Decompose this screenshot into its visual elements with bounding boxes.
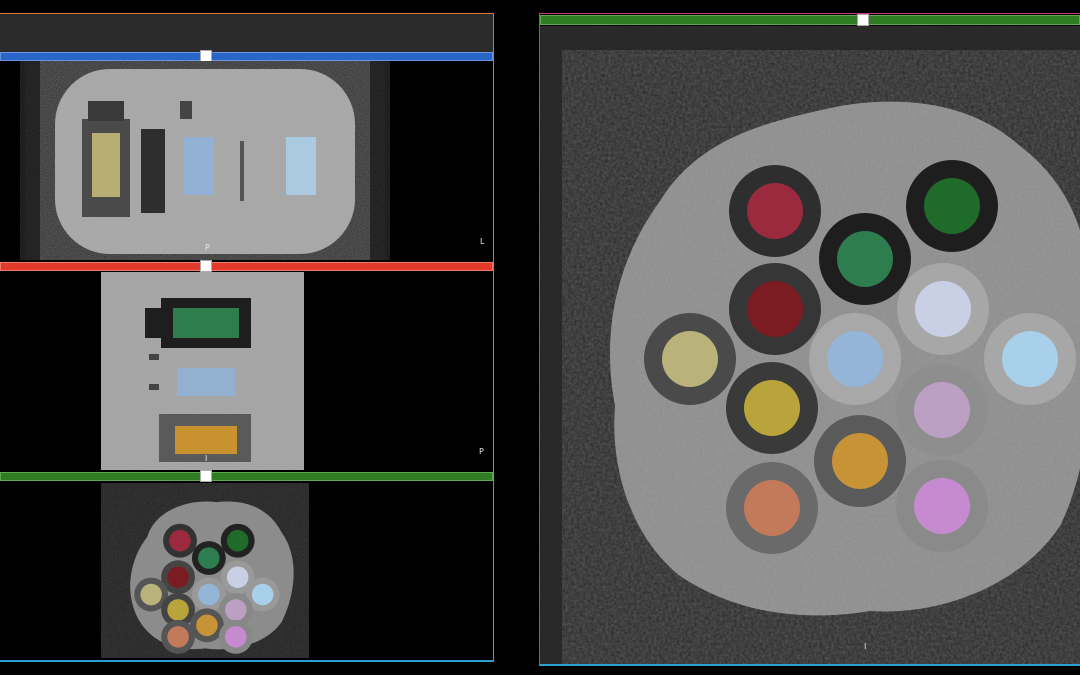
segment-light-blue bbox=[184, 137, 214, 195]
segment-crimson bbox=[747, 183, 803, 239]
axial-slice-bar[interactable] bbox=[0, 472, 493, 481]
segment-olive bbox=[662, 331, 718, 387]
coronal-viewport[interactable] bbox=[101, 272, 304, 470]
view-toolbar[interactable] bbox=[0, 14, 493, 52]
left-panel-bottom-border bbox=[0, 660, 494, 662]
axial-large-slice-handle[interactable] bbox=[857, 14, 869, 26]
segment-sky-blue bbox=[1002, 331, 1058, 387]
sagittal-right-label: L bbox=[480, 237, 485, 246]
segment-light-olive bbox=[92, 133, 120, 197]
sagittal-bottom-label: P bbox=[205, 243, 210, 252]
axial-large-bottom-label: I bbox=[864, 642, 867, 651]
axial-slice-handle[interactable] bbox=[200, 470, 212, 482]
coronal-right-label: P bbox=[479, 447, 484, 456]
segment-light-blue bbox=[177, 368, 235, 396]
coronal-bottom-label: I bbox=[205, 454, 208, 463]
segment-green bbox=[837, 231, 893, 287]
axial-large-viewport[interactable] bbox=[540, 26, 1080, 664]
segment-orange bbox=[175, 426, 237, 454]
right-panel-bottom-border bbox=[539, 664, 1080, 666]
coronal-slice-handle[interactable] bbox=[200, 260, 212, 272]
segment-mauve bbox=[914, 382, 970, 438]
sagittal-viewport[interactable] bbox=[20, 61, 390, 260]
segment-pale-blue bbox=[286, 137, 316, 195]
sagittal-slice-bar[interactable] bbox=[0, 52, 493, 61]
segment-light-blue bbox=[827, 331, 883, 387]
segment-lavender-white bbox=[915, 281, 971, 337]
axial-small-viewport[interactable] bbox=[101, 483, 309, 658]
segment-mustard bbox=[744, 380, 800, 436]
segment-dark-green bbox=[173, 308, 239, 338]
segment-violet bbox=[914, 478, 970, 534]
segment-dark-red bbox=[747, 281, 803, 337]
segment-orange bbox=[832, 433, 888, 489]
segment-salmon bbox=[744, 480, 800, 536]
coronal-slice-bar[interactable] bbox=[0, 262, 493, 271]
axial-large-slice-bar[interactable] bbox=[540, 15, 1080, 25]
segment-forest-green bbox=[924, 178, 980, 234]
